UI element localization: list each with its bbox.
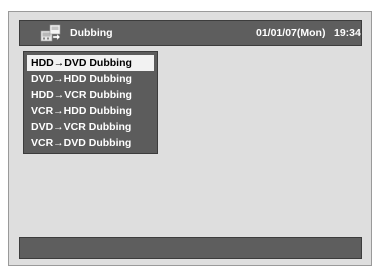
- clock-display: 19:34: [334, 27, 361, 39]
- page-title: Dubbing: [70, 27, 113, 39]
- menu-item-vcr-hdd[interactable]: VCR→HDD Dubbing: [27, 103, 154, 119]
- dubbing-menu: HDD→DVD Dubbing DVD→HDD Dubbing HDD→VCR …: [23, 51, 158, 154]
- screen: Dubbing 01/01/07(Mon) 19:34 HDD→DVD Dubb…: [8, 11, 372, 266]
- menu-item-dvd-hdd[interactable]: DVD→HDD Dubbing: [27, 71, 154, 87]
- dubbing-icon: [40, 24, 62, 43]
- menu-item-vcr-dvd[interactable]: VCR→DVD Dubbing: [27, 135, 154, 151]
- menu-item-hdd-dvd[interactable]: HDD→DVD Dubbing: [27, 55, 154, 71]
- menu-item-hdd-vcr[interactable]: HDD→VCR Dubbing: [27, 87, 154, 103]
- date-display: 01/01/07(Mon): [256, 27, 326, 39]
- status-bar: [19, 237, 362, 259]
- header-bar: Dubbing 01/01/07(Mon) 19:34: [19, 20, 362, 46]
- menu-item-dvd-vcr[interactable]: DVD→VCR Dubbing: [27, 119, 154, 135]
